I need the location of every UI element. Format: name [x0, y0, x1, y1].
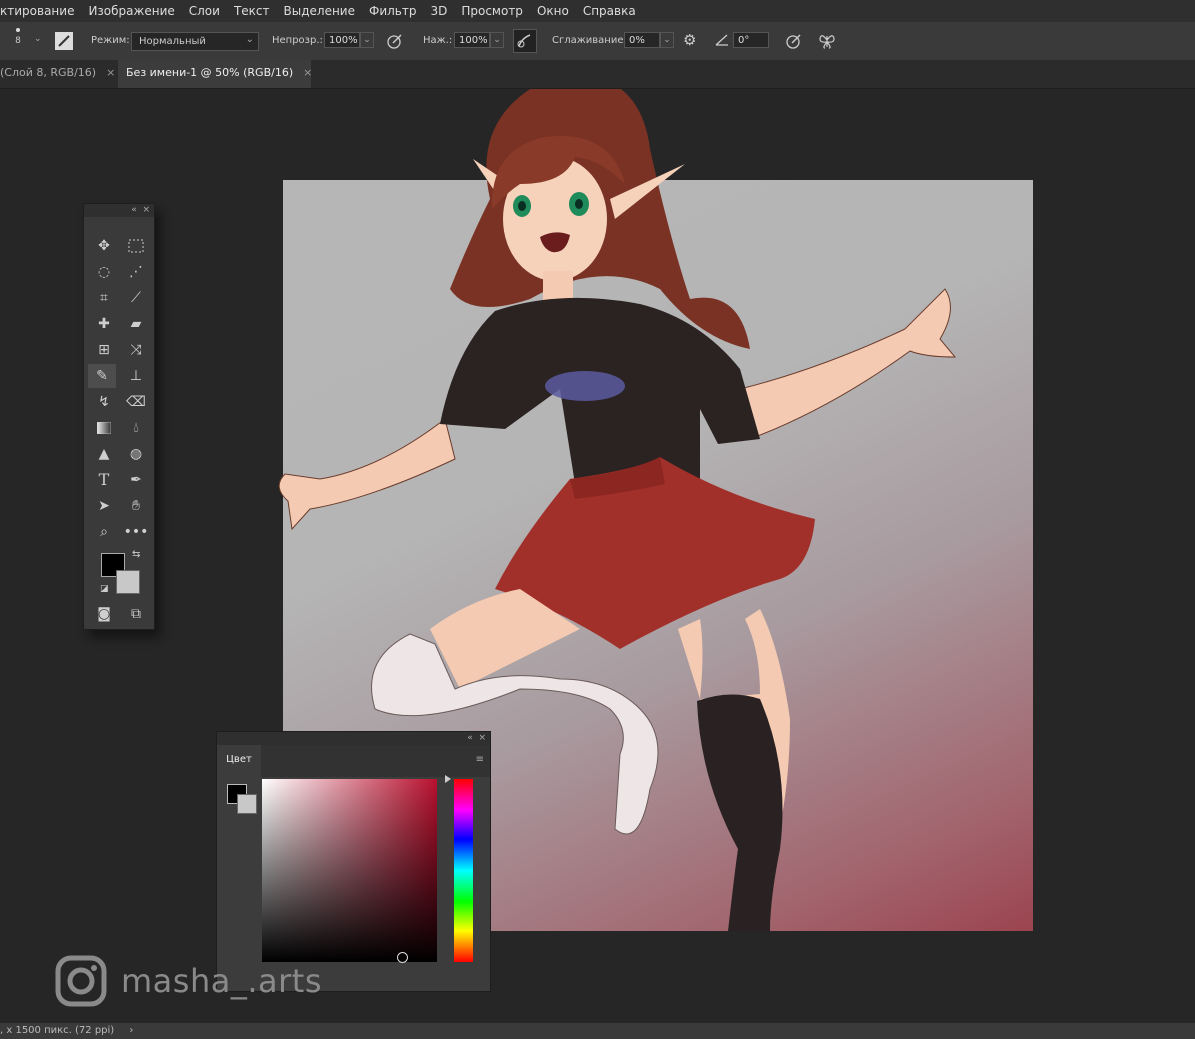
color-panel-header[interactable]: « ×: [217, 732, 490, 745]
hue-slider-handle-icon[interactable]: [445, 775, 451, 783]
menu-image[interactable]: Изображение: [81, 4, 181, 18]
lasso-tool-icon[interactable]: ◌: [90, 260, 118, 284]
healing-brush-tool-icon[interactable]: ▰: [122, 312, 150, 336]
marquee-tool-icon[interactable]: [122, 234, 150, 258]
hue-slider[interactable]: [454, 779, 473, 962]
tab-label: Без имени-1 @ 50% (RGB/16): [126, 66, 294, 79]
tools-panel-header[interactable]: « ×: [84, 204, 154, 217]
menu-bar: ктирование Изображение Слои Текст Выделе…: [0, 0, 1195, 22]
blur-tool-icon[interactable]: 💧︎: [122, 416, 150, 440]
pressure-opacity-icon[interactable]: [386, 32, 404, 53]
brush-tool-icon[interactable]: ✎: [88, 364, 116, 388]
document-size-text: , x 1500 пикс. (72 ppi): [0, 1025, 115, 1036]
brush-preset-picker[interactable]: 8: [10, 26, 26, 46]
spot-healing-tool-icon[interactable]: ✚: [90, 312, 118, 336]
chevron-down-icon[interactable]: ⌄: [34, 34, 42, 44]
smoothing-dropdown-icon[interactable]: ⌄: [660, 32, 674, 48]
tab-layer8[interactable]: (Слой 8, RGB/16) ×: [0, 60, 123, 88]
screen-mode-icon[interactable]: ⧉: [122, 602, 150, 626]
close-icon[interactable]: ×: [106, 66, 115, 79]
sponge-tool-icon[interactable]: ◍: [122, 442, 150, 466]
sharpen-tool-icon[interactable]: ▲: [90, 442, 118, 466]
angle-icon: [714, 32, 730, 51]
menu-window[interactable]: Окно: [530, 4, 576, 18]
opacity-label: Непрозр.:: [272, 35, 323, 46]
gradient-tool-icon[interactable]: [90, 416, 118, 440]
content-aware-tool-icon[interactable]: ⊞: [90, 338, 118, 362]
more-tools-icon[interactable]: •••: [122, 520, 150, 544]
menu-view[interactable]: Просмотр: [454, 4, 530, 18]
move-tool-icon[interactable]: ✥: [90, 234, 118, 258]
quick-selection-tool-icon[interactable]: ⋰: [122, 260, 150, 284]
color-panel-tabs: Цвет ≡: [217, 745, 490, 777]
opacity-dropdown-icon[interactable]: ⌄: [360, 32, 374, 48]
pressure-dropdown-icon[interactable]: ⌄: [490, 32, 504, 48]
menu-text[interactable]: Текст: [227, 4, 277, 18]
pressure-size-icon[interactable]: [785, 32, 803, 53]
document-tab-bar: (Слой 8, RGB/16) × Без имени-1 @ 50% (RGB…: [0, 60, 1195, 89]
mode-value: Нормальный: [139, 36, 206, 47]
default-colors-icon[interactable]: ◪: [100, 584, 109, 594]
close-icon[interactable]: ×: [142, 205, 150, 215]
swap-colors-icon[interactable]: ⇆: [132, 549, 140, 560]
zoom-tool-icon[interactable]: ⌕: [90, 520, 118, 544]
brush-tip-icon: [16, 28, 20, 32]
options-bar: 8 ⌄ Режим: Нормальный ⌄ Непрозр.: 100% ⌄…: [0, 22, 1195, 61]
gear-icon[interactable]: ⚙: [683, 31, 696, 49]
close-icon[interactable]: ×: [303, 66, 312, 79]
opacity-input[interactable]: 100%: [324, 32, 360, 48]
chevron-down-icon: ⌄: [245, 34, 254, 45]
airbrush-toggle-icon[interactable]: [513, 29, 537, 53]
workspace: « × ✥ ◌ ⋰ ⌗ ⟋ ✚ ▰ ⊞ ⤨ ✎ ⊥ ↯ ⌫ 💧︎ ▲ ◍ T ✒…: [0, 89, 1195, 1023]
color-field[interactable]: [262, 779, 437, 962]
clone-stamp-tool-icon[interactable]: ⊥: [122, 364, 150, 388]
eraser-tool-icon[interactable]: ⌫: [122, 390, 150, 414]
symmetry-butterfly-icon[interactable]: [817, 31, 837, 54]
pressure-label: Наж.:: [423, 35, 453, 46]
pen-tool-icon[interactable]: ✒: [122, 468, 150, 492]
tools-panel: « × ✥ ◌ ⋰ ⌗ ⟋ ✚ ▰ ⊞ ⤨ ✎ ⊥ ↯ ⌫ 💧︎ ▲ ◍ T ✒…: [83, 203, 155, 630]
angle-input[interactable]: 0°: [733, 32, 769, 48]
hand-tool-icon[interactable]: ✋︎: [122, 494, 150, 518]
path-selection-tool-icon[interactable]: ➤: [90, 494, 118, 518]
tab-color[interactable]: Цвет: [217, 745, 261, 777]
mode-select[interactable]: Нормальный ⌄: [131, 32, 259, 51]
background-color-swatch[interactable]: [116, 570, 140, 594]
type-tool-icon[interactable]: T: [90, 468, 118, 492]
menu-filter[interactable]: Фильтр: [362, 4, 423, 18]
close-icon[interactable]: ×: [478, 733, 486, 743]
menu-edit[interactable]: ктирование: [0, 4, 81, 18]
status-menu-arrow-icon[interactable]: ›: [129, 1025, 133, 1036]
brush-panel-toggle-icon[interactable]: [55, 32, 73, 50]
color-picker-cursor[interactable]: [397, 952, 408, 963]
history-brush-tool-icon[interactable]: ↯: [90, 390, 118, 414]
watermark: masha_.arts: [55, 955, 322, 1007]
collapse-icon[interactable]: «: [467, 733, 473, 743]
tab-untitled-1[interactable]: Без имени-1 @ 50% (RGB/16) ×: [118, 60, 312, 88]
collapse-icon[interactable]: «: [131, 205, 137, 215]
smoothing-input[interactable]: 0%: [624, 32, 660, 48]
tab-label: (Слой 8, RGB/16): [0, 66, 97, 79]
instagram-icon: [55, 955, 107, 1007]
status-bar: , x 1500 пикс. (72 ppi) ›: [0, 1023, 1195, 1039]
pressure-input[interactable]: 100%: [454, 32, 490, 48]
watermark-text: masha_.arts: [121, 962, 322, 1000]
brush-size-label: 8: [15, 36, 21, 46]
menu-layers[interactable]: Слои: [182, 4, 227, 18]
panel-background-swatch[interactable]: [237, 794, 257, 814]
mode-label: Режим:: [91, 35, 130, 46]
character-illustration: [278, 89, 957, 931]
quick-mask-icon[interactable]: ◙: [90, 602, 118, 626]
shuffle-tool-icon[interactable]: ⤨: [122, 338, 150, 362]
eyedropper-tool-icon[interactable]: ⟋: [122, 286, 150, 310]
menu-3d[interactable]: 3D: [423, 4, 454, 18]
menu-help[interactable]: Справка: [576, 4, 643, 18]
panel-menu-icon[interactable]: ≡: [476, 754, 484, 765]
menu-select[interactable]: Выделение: [277, 4, 362, 18]
smoothing-label: Сглаживание:: [552, 35, 627, 46]
crop-tool-icon[interactable]: ⌗: [90, 286, 118, 310]
